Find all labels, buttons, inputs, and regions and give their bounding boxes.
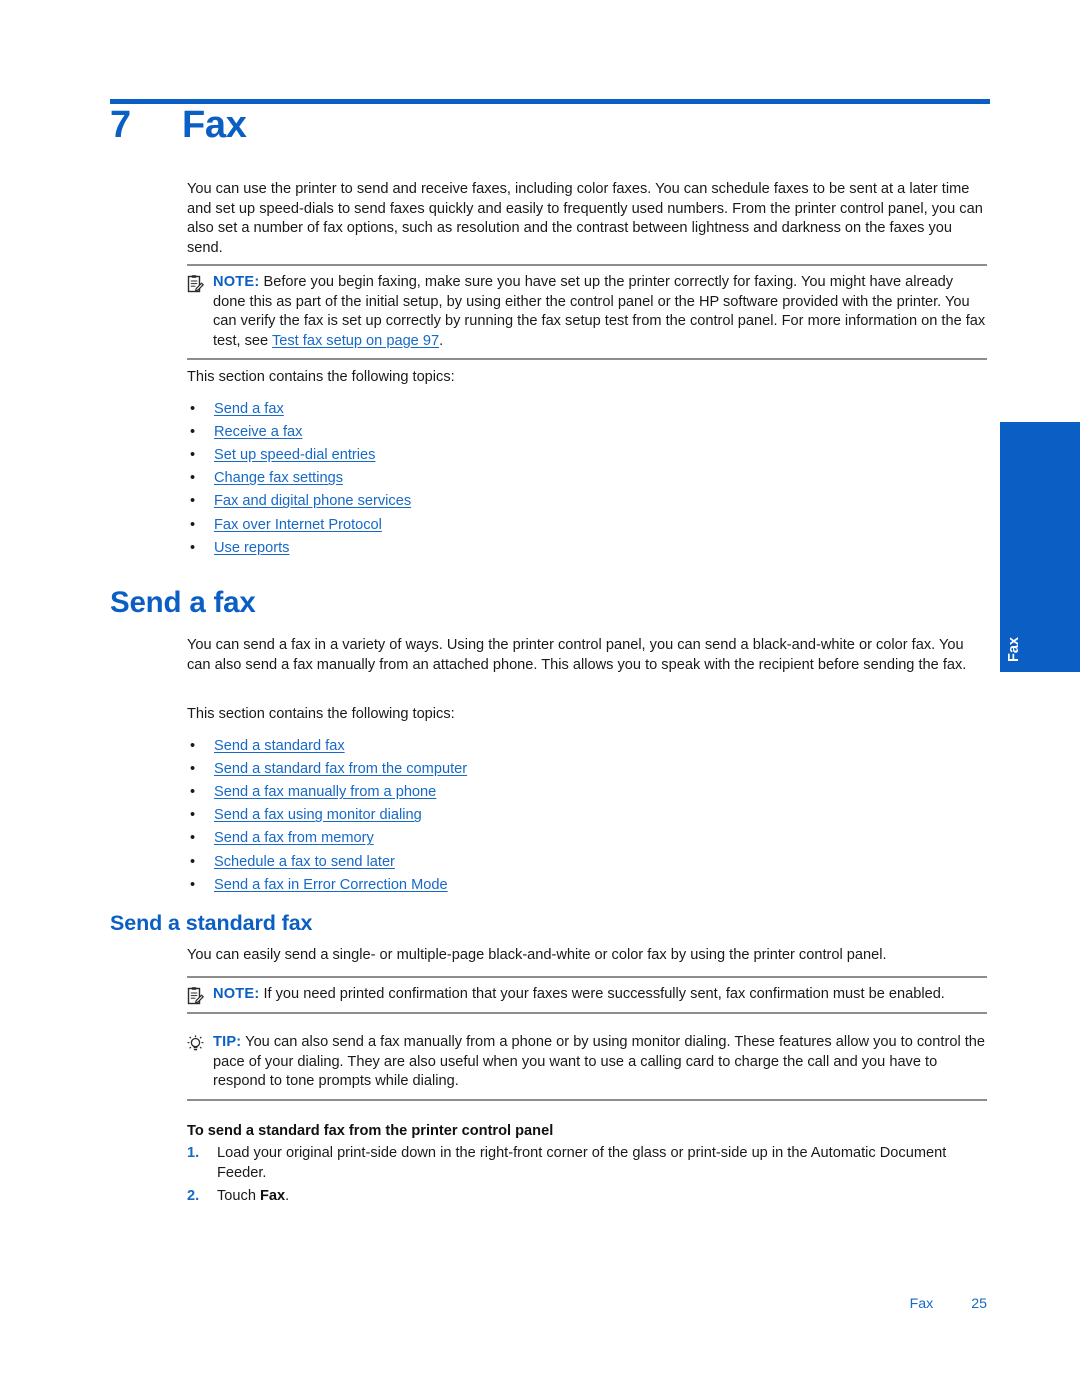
list-item[interactable]: • Use reports	[187, 537, 987, 560]
topic-link-change-fax-settings[interactable]: Change fax settings	[214, 470, 343, 486]
chapter-topics-block: This section contains the following topi…	[187, 368, 987, 560]
note-text-after-link: .	[439, 332, 444, 349]
procedure-step-2: 2. Touch Fax.	[187, 1187, 987, 1207]
note-label: NOTE:	[213, 986, 260, 1002]
test-fax-setup-link[interactable]: Test fax setup on page 97	[272, 333, 439, 349]
bullet-icon: •	[190, 807, 196, 824]
procedure-steps: 1. Load your original print-side down in…	[187, 1144, 987, 1209]
bullet-icon: •	[190, 853, 196, 870]
footer-page-number: 25	[971, 1296, 987, 1312]
send-a-fax-topics-lead-in: This section contains the following topi…	[187, 706, 455, 722]
list-item[interactable]: • Receive a fax	[187, 421, 987, 444]
tip-box-body: TIP: You can also send a fax manually fr…	[213, 1033, 987, 1092]
bullet-icon: •	[190, 830, 196, 847]
topic-link-send-a-fax-using-monitor-dialing[interactable]: Send a fax using monitor dialing	[214, 807, 422, 823]
topic-link-use-reports[interactable]: Use reports	[214, 540, 289, 556]
step-text-before-bold: Touch	[217, 1187, 260, 1204]
bullet-icon: •	[190, 876, 196, 893]
topic-link-set-up-speed-dial-entries[interactable]: Set up speed-dial entries	[214, 447, 375, 463]
step-marker: 2.	[187, 1187, 200, 1204]
tip-text: You can also send a fax manually from a …	[213, 1034, 986, 1090]
list-item[interactable]: • Send a fax in Error Correction Mode	[187, 874, 987, 897]
list-item[interactable]: • Send a fax	[187, 398, 987, 421]
send-a-fax-topics-block: This section contains the following topi…	[187, 705, 987, 897]
list-item[interactable]: • Send a standard fax from the computer	[187, 758, 987, 781]
send-a-fax-topics-list: • Send a standard fax • Send a standard …	[187, 735, 987, 897]
list-item[interactable]: • Fax over Internet Protocol	[187, 514, 987, 537]
list-item[interactable]: • Send a fax from memory	[187, 827, 987, 850]
bullet-icon: •	[190, 760, 196, 777]
chapter-number: 7	[110, 104, 131, 146]
note-box-chapter: NOTE: Before you begin faxing, make sure…	[187, 264, 987, 361]
topic-link-send-a-fax-in-error-correction-mode[interactable]: Send a fax in Error Correction Mode	[214, 877, 448, 893]
topic-link-send-a-fax[interactable]: Send a fax	[214, 401, 284, 417]
section-heading-send-a-fax: Send a fax	[110, 586, 256, 619]
note-text: If you need printed confirmation that yo…	[263, 986, 945, 1002]
topic-link-fax-and-digital-phone-services[interactable]: Fax and digital phone services	[214, 493, 411, 509]
note-box-chapter-body: NOTE: Before you begin faxing, make sure…	[213, 273, 987, 351]
document-page: Fax 7 Fax You can use the printer to sen…	[0, 0, 1080, 1397]
send-a-fax-paragraph: You can send a fax in a variety of ways.…	[187, 637, 967, 673]
note-clipboard-icon	[187, 985, 213, 1005]
send-standard-fax-intro-block: You can easily send a single- or multipl…	[187, 946, 987, 966]
chapter-title: Fax	[182, 104, 247, 146]
bullet-icon: •	[190, 400, 196, 417]
tip-label: TIP:	[213, 1034, 242, 1050]
chapter-thumb-tab: Fax	[1000, 422, 1080, 672]
tip-box: TIP: You can also send a fax manually fr…	[187, 1026, 987, 1101]
bullet-icon: •	[190, 423, 196, 440]
topic-link-send-a-fax-from-memory[interactable]: Send a fax from memory	[214, 830, 374, 846]
bullet-icon: •	[190, 737, 196, 754]
note-clipboard-icon	[187, 273, 213, 293]
topic-link-send-a-fax-manually-from-a-phone[interactable]: Send a fax manually from a phone	[214, 784, 436, 800]
note-label: NOTE:	[213, 274, 260, 290]
list-item[interactable]: • Send a standard fax	[187, 735, 987, 758]
footer-chapter-label: Fax	[909, 1296, 934, 1312]
topic-link-fax-over-internet-protocol[interactable]: Fax over Internet Protocol	[214, 517, 382, 533]
topic-link-receive-a-fax[interactable]: Receive a fax	[214, 424, 302, 440]
topic-link-send-a-standard-fax[interactable]: Send a standard fax	[214, 738, 345, 754]
intro-block: You can use the printer to send and rece…	[187, 180, 987, 258]
lightbulb-icon	[187, 1033, 213, 1053]
step-text-after-bold: .	[285, 1187, 290, 1204]
bullet-icon: •	[190, 516, 196, 533]
bullet-icon: •	[190, 784, 196, 800]
step-marker: 1.	[187, 1145, 200, 1161]
chapter-topics-lead-in: This section contains the following topi…	[187, 369, 455, 385]
bullet-icon: •	[190, 470, 196, 487]
ui-control-fax: Fax	[260, 1187, 286, 1204]
intro-paragraph: You can use the printer to send and rece…	[187, 181, 983, 256]
send-standard-fax-paragraph: You can easily send a single- or multipl…	[187, 947, 887, 963]
list-item[interactable]: • Send a fax manually from a phone	[187, 781, 987, 804]
procedure-step-1: 1. Load your original print-side down in…	[187, 1144, 987, 1184]
note-box-standard-fax-body: NOTE: If you need printed confirmation t…	[213, 985, 987, 1005]
section-heading-send-a-standard-fax: Send a standard fax	[110, 911, 313, 935]
bullet-icon: •	[190, 493, 196, 510]
page-footer: Fax 25	[187, 1296, 987, 1312]
topic-link-schedule-a-fax-to-send-later[interactable]: Schedule a fax to send later	[214, 854, 395, 870]
list-item[interactable]: • Change fax settings	[187, 467, 987, 490]
send-a-fax-intro-block: You can send a fax in a variety of ways.…	[187, 636, 987, 675]
procedure-title: To send a standard fax from the printer …	[187, 1123, 554, 1139]
note-box-standard-fax: NOTE: If you need printed confirmation t…	[187, 976, 987, 1014]
bullet-icon: •	[190, 539, 196, 556]
chapter-heading: 7 Fax	[110, 104, 990, 147]
list-item[interactable]: • Set up speed-dial entries	[187, 444, 987, 467]
list-item[interactable]: • Send a fax using monitor dialing	[187, 804, 987, 827]
step-text: Load your original print-side down in th…	[217, 1145, 947, 1181]
list-item[interactable]: • Schedule a fax to send later	[187, 851, 987, 874]
list-item[interactable]: • Fax and digital phone services	[187, 490, 987, 513]
chapter-topics-list: • Send a fax • Receive a fax • Set up sp…	[187, 398, 987, 560]
chapter-thumb-tab-label: Fax	[1006, 637, 1022, 662]
bullet-icon: •	[190, 447, 196, 463]
topic-link-send-a-standard-fax-from-the-computer[interactable]: Send a standard fax from the computer	[214, 761, 467, 777]
